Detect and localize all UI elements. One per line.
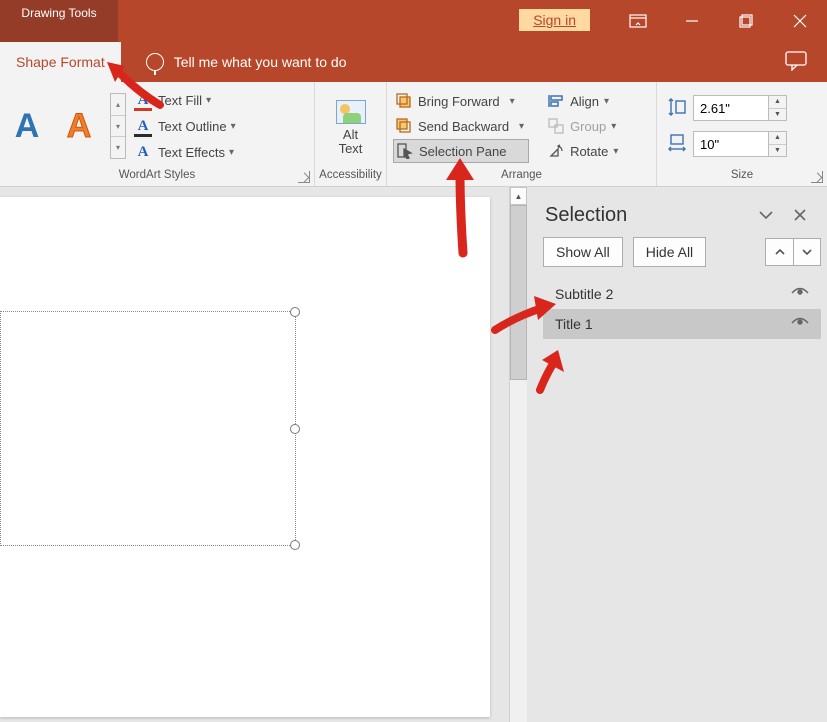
canvas-vertical-scrollbar[interactable]: ▲ (509, 187, 527, 722)
text-fill-label: Text Fill (158, 93, 202, 108)
size-dialog-launcher[interactable] (811, 171, 823, 183)
hide-all-button[interactable]: Hide All (633, 237, 706, 267)
align-label: Align (570, 94, 599, 109)
width-icon (667, 133, 687, 156)
visibility-toggle-icon[interactable] (791, 286, 809, 303)
close-button[interactable] (773, 0, 827, 42)
group-button: Group ▾ (545, 114, 622, 138)
group-label-wordart: WordArt Styles (0, 167, 314, 185)
show-all-button[interactable]: Show All (543, 237, 623, 267)
move-up-button[interactable] (765, 238, 793, 266)
align-icon (547, 92, 565, 110)
selection-item-title[interactable]: Title 1 (543, 309, 821, 339)
text-outline-label: Text Outline (158, 119, 227, 134)
selection-pane-title: Selection (545, 204, 627, 227)
hide-all-label: Hide All (646, 244, 693, 260)
rotate-icon (547, 142, 565, 160)
sign-in-label: Sign in (533, 12, 576, 28)
minimize-button[interactable] (665, 0, 719, 42)
text-outline-icon: A (134, 118, 152, 135)
tell-me-icon (146, 53, 164, 71)
text-effects-icon: A (134, 144, 152, 161)
height-icon (667, 97, 687, 120)
move-down-button[interactable] (793, 238, 821, 266)
text-fill-button[interactable]: A Text Fill ▾ (132, 88, 238, 112)
send-backward-icon (395, 117, 413, 135)
restore-button[interactable] (719, 0, 773, 42)
text-fill-icon: A (134, 92, 152, 109)
selection-pane-close-button[interactable] (785, 203, 815, 227)
resize-handle-mr[interactable] (290, 424, 300, 434)
text-outline-button[interactable]: A Text Outline ▾ (132, 114, 238, 138)
text-effects-label: Text Effects (158, 145, 225, 160)
bring-forward-label: Bring Forward (418, 94, 500, 109)
wordart-dialog-launcher[interactable] (298, 171, 310, 183)
drawing-tools-label: Drawing Tools (21, 6, 96, 20)
chevron-down-icon[interactable]: ▾ (229, 147, 234, 158)
selection-pane-button[interactable]: Selection Pane (393, 139, 529, 163)
scroll-up-button[interactable]: ▲ (510, 187, 527, 205)
rotate-button[interactable]: Rotate ▾ (545, 139, 622, 163)
wordart-style-preview-1[interactable]: A (6, 107, 48, 146)
group-icon (547, 117, 565, 135)
height-spin-up[interactable]: ▲ (769, 96, 786, 109)
group-label-size: Size (657, 167, 827, 185)
width-spin-down[interactable]: ▼ (769, 145, 786, 157)
wordart-style-preview-2[interactable]: A (58, 107, 100, 146)
sign-in-button[interactable]: Sign in (518, 8, 591, 32)
selection-list: Subtitle 2 Title 1 (543, 279, 821, 716)
send-backward-dropdown[interactable]: ▾ (513, 114, 529, 138)
tell-me-input[interactable]: Tell me what you want to do (174, 54, 347, 70)
alt-text-label: Alt Text (323, 128, 378, 156)
group-label-arrange: Arrange (387, 167, 656, 185)
wordart-gallery-more[interactable]: ▾ (111, 137, 125, 158)
group-label: Group (570, 119, 606, 134)
slide-canvas[interactable] (0, 187, 509, 722)
wordart-gallery-up[interactable]: ▴ (111, 94, 125, 116)
resize-handle-tr[interactable] (290, 307, 300, 317)
tab-shape-format[interactable]: Shape Format (0, 42, 121, 82)
chevron-down-icon[interactable]: ▾ (613, 146, 618, 157)
ribbon-display-options-button[interactable] (611, 0, 665, 42)
bring-forward-icon (395, 92, 413, 110)
selection-pane-label: Selection Pane (419, 144, 506, 159)
rotate-label: Rotate (570, 144, 608, 159)
resize-handle-br[interactable] (290, 540, 300, 550)
chevron-down-icon[interactable]: ▾ (231, 121, 236, 132)
text-effects-button[interactable]: A Text Effects ▾ (132, 140, 238, 164)
selection-item-label: Title 1 (555, 316, 593, 332)
tab-shape-format-label: Shape Format (16, 54, 105, 70)
alt-text-icon (336, 100, 366, 124)
height-spin-down[interactable]: ▼ (769, 109, 786, 121)
selection-pane: Selection Show All Hide All (527, 187, 827, 722)
selection-pane-icon (396, 142, 414, 160)
selection-item-subtitle[interactable]: Subtitle 2 (543, 279, 821, 309)
bring-forward-button[interactable]: Bring Forward (393, 89, 504, 113)
scroll-thumb[interactable] (510, 205, 527, 380)
group-label-accessibility: Accessibility (315, 167, 386, 185)
shape-height-input[interactable] (693, 95, 769, 121)
wordart-gallery-spinner[interactable]: ▴ ▾ ▾ (110, 93, 126, 159)
chevron-down-icon: ▾ (611, 121, 616, 132)
height-spinner[interactable]: ▲ ▼ (769, 95, 787, 121)
show-all-label: Show All (556, 244, 610, 260)
selection-item-label: Subtitle 2 (555, 286, 613, 302)
drawing-tools-context-tab: Drawing Tools (0, 0, 118, 42)
comments-button[interactable] (785, 51, 807, 74)
chevron-down-icon[interactable]: ▾ (206, 95, 211, 106)
alt-text-button[interactable]: Alt Text (323, 96, 378, 156)
align-button[interactable]: Align ▾ (545, 89, 622, 113)
send-backward-button[interactable]: Send Backward (393, 114, 513, 138)
slide[interactable] (0, 197, 490, 717)
bring-forward-dropdown[interactable]: ▾ (504, 89, 520, 113)
send-backward-label: Send Backward (418, 119, 509, 134)
width-spinner[interactable]: ▲ ▼ (769, 131, 787, 157)
chevron-down-icon[interactable]: ▾ (604, 96, 609, 107)
selected-title-placeholder[interactable] (0, 311, 296, 546)
width-spin-up[interactable]: ▲ (769, 132, 786, 145)
shape-width-input[interactable] (693, 131, 769, 157)
visibility-toggle-icon[interactable] (791, 316, 809, 333)
wordart-gallery-down[interactable]: ▾ (111, 116, 125, 138)
selection-pane-collapse-button[interactable] (751, 203, 781, 227)
